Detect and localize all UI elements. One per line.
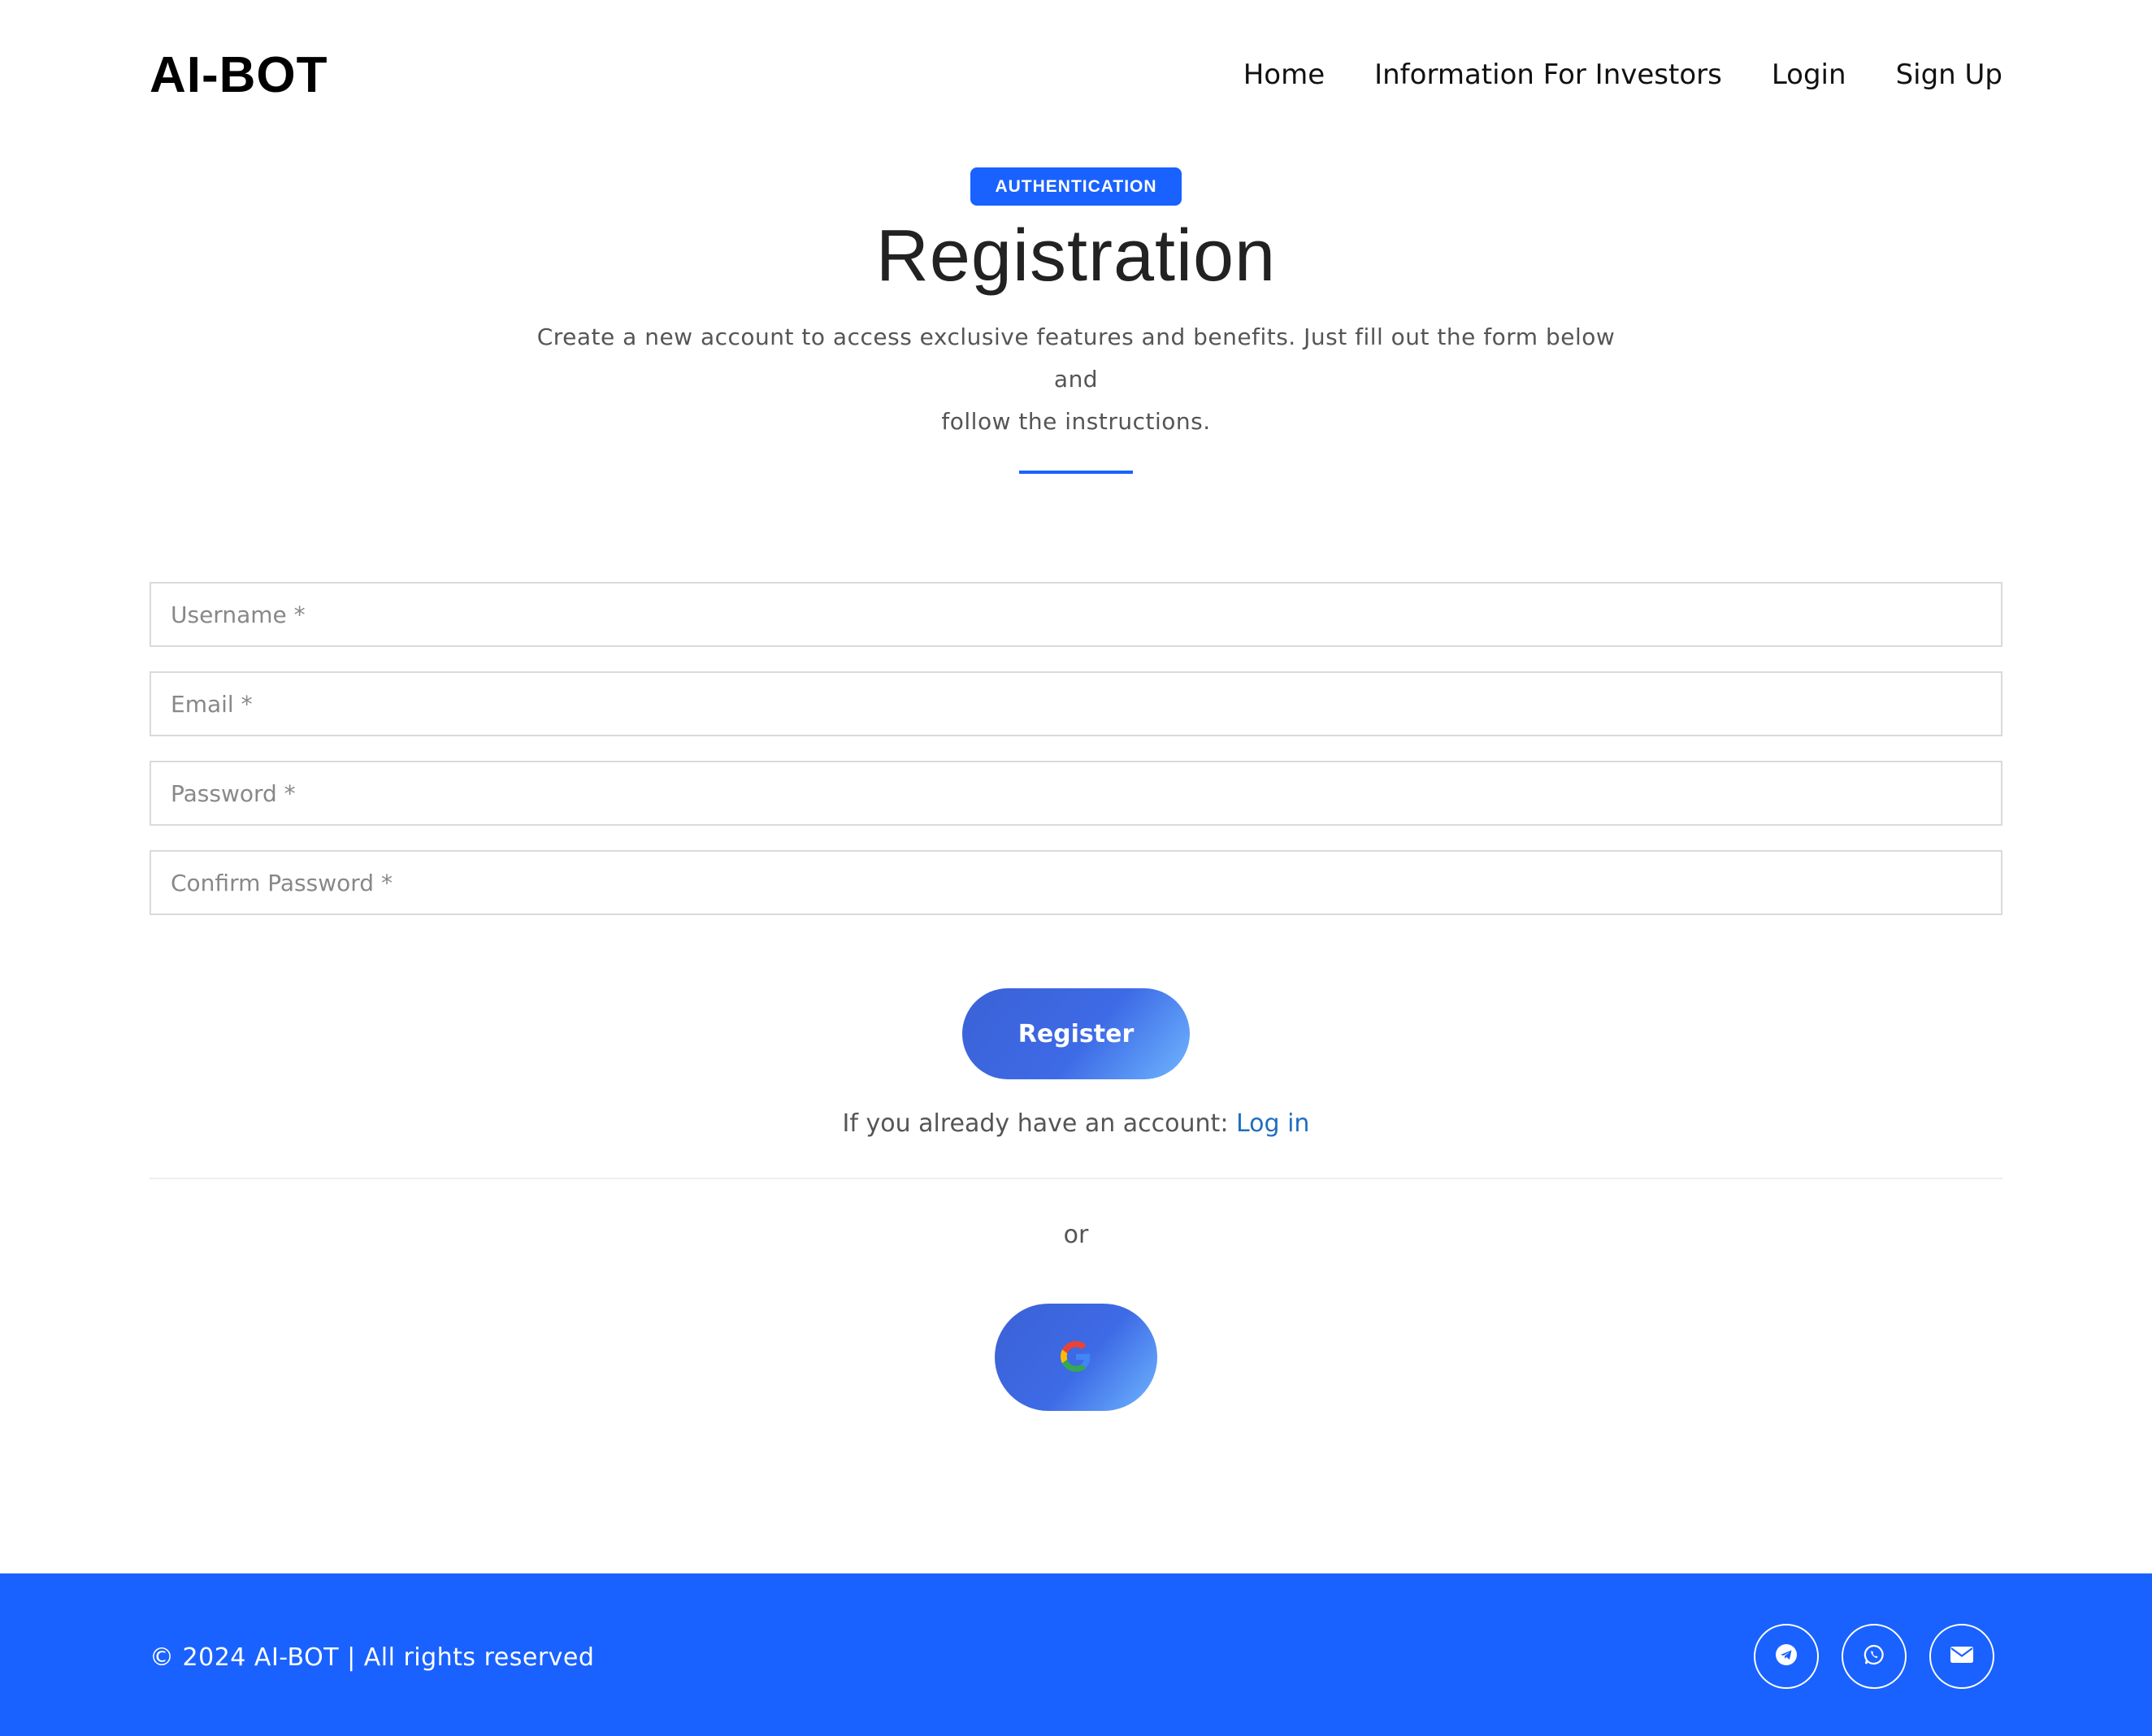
whatsapp-icon [1863, 1643, 1885, 1669]
page-subtitle: Create a new account to access exclusive… [523, 316, 1629, 443]
title-underline [1019, 471, 1133, 474]
page-title: Registration [875, 215, 1277, 297]
login-prompt-text: If you already have an account: [842, 1109, 1229, 1138]
section-badge: AUTHENTICATION [970, 167, 1182, 206]
envelope-icon [1950, 1645, 1974, 1668]
login-prompt: If you already have an account: Log in [0, 1109, 2152, 1138]
nav-investors[interactable]: Information For Investors [1374, 59, 1722, 91]
hero: AUTHENTICATION Registration Create a new… [0, 167, 2152, 474]
login-link[interactable]: Log in [1236, 1109, 1309, 1138]
or-separator: or [1063, 1221, 1089, 1249]
nav-home[interactable]: Home [1243, 59, 1325, 91]
email-field[interactable] [150, 671, 2002, 736]
logo[interactable]: AI-BOT [150, 46, 328, 104]
email-button[interactable] [1929, 1624, 1994, 1689]
confirm-password-field[interactable] [150, 850, 2002, 915]
telegram-button[interactable] [1754, 1624, 1819, 1689]
subtitle-line-1: Create a new account to access exclusive… [536, 323, 1616, 393]
whatsapp-button[interactable] [1842, 1624, 1907, 1689]
nav-signup[interactable]: Sign Up [1896, 59, 2002, 91]
register-button[interactable]: Register [962, 988, 1190, 1079]
username-field[interactable] [150, 582, 2002, 647]
site-header: AI-BOT Home Information For Investors Lo… [150, 42, 2002, 107]
password-field[interactable] [150, 761, 2002, 826]
registration-form [150, 582, 2002, 940]
google-icon [1061, 1340, 1091, 1374]
site-footer: © 2024 AI-BOT | All rights reserved [0, 1573, 2152, 1736]
google-login-button[interactable] [995, 1304, 1157, 1411]
divider [150, 1178, 2002, 1179]
subtitle-line-2: follow the instructions. [941, 408, 1211, 435]
nav-login[interactable]: Login [1772, 59, 1846, 91]
copyright: © 2024 AI-BOT | All rights reserved [150, 1643, 595, 1672]
main-nav: Home Information For Investors Login Sig… [1243, 59, 2002, 91]
telegram-icon [1775, 1643, 1798, 1669]
social-links [1754, 1624, 1994, 1689]
